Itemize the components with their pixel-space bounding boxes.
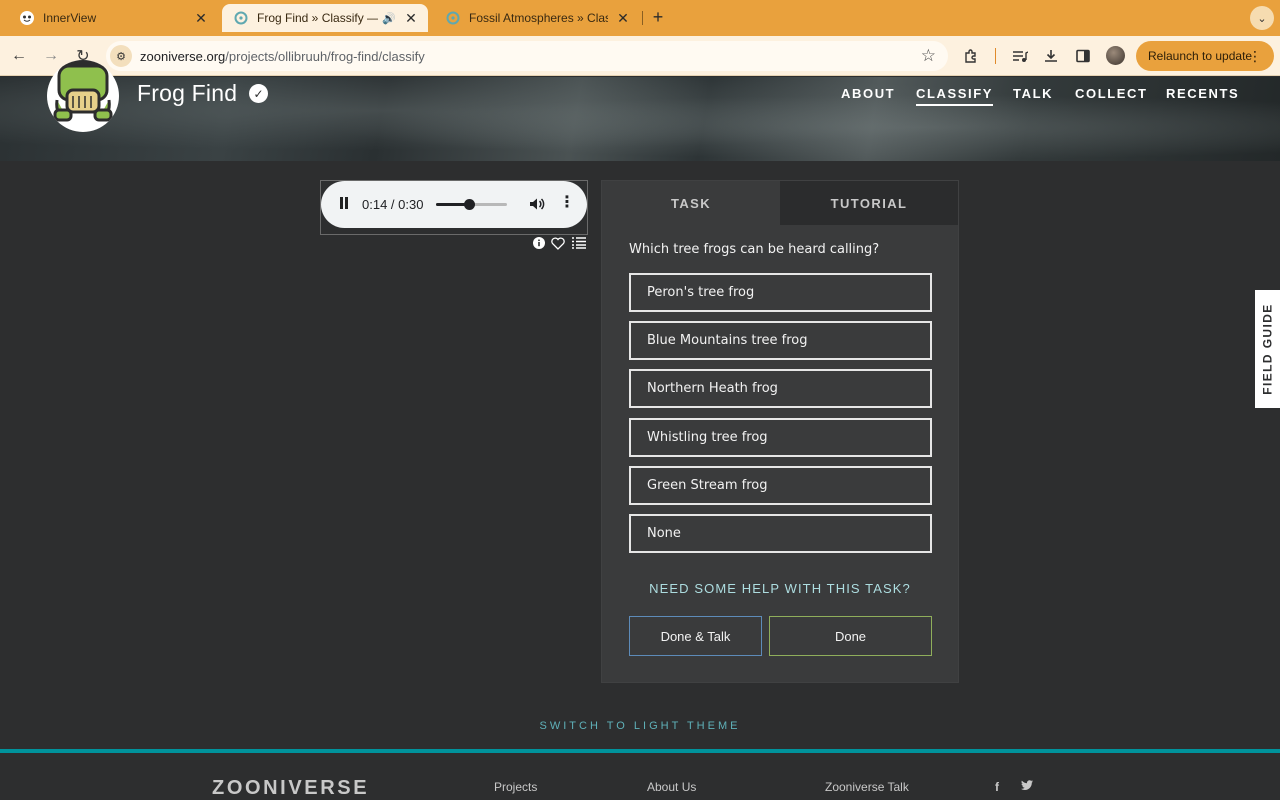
profile-avatar[interactable] <box>1106 46 1125 65</box>
verified-check-icon: ✓ <box>249 84 268 103</box>
audio-player[interactable]: 0:14 / 0:30 ⋮ <box>321 181 587 228</box>
browser-tab-innerview[interactable]: InnerView ✕ <box>8 4 218 32</box>
tab-tutorial[interactable]: TUTORIAL <box>780 181 958 225</box>
answer-green-stream-frog[interactable]: Green Stream frog <box>629 466 932 505</box>
answer-none[interactable]: None <box>629 514 932 553</box>
browser-menu-icon[interactable]: ⋮ <box>1248 48 1262 65</box>
task-question: Which tree frogs can be heard calling? <box>629 242 880 257</box>
footer-link-projects[interactable]: Projects <box>494 780 537 794</box>
back-arrow-icon[interactable]: ← <box>7 44 31 68</box>
nav-collect[interactable]: COLLECT <box>1075 86 1148 101</box>
address-bar[interactable]: ⚙ zooniverse.org/projects/ollibruuh/frog… <box>106 41 948 71</box>
url-host: zooniverse.org <box>140 48 226 64</box>
audio-time: 0:14 / 0:30 <box>362 197 424 212</box>
browser-toolbar: ← → ↻ ⚙ zooniverse.org/projects/ollibruu… <box>0 36 1280 76</box>
facebook-icon[interactable]: f <box>995 780 999 794</box>
close-tab-icon[interactable]: ✕ <box>614 9 632 27</box>
toolbar-divider <box>995 48 996 64</box>
project-title[interactable]: Frog Find <box>137 80 237 107</box>
switch-theme-link[interactable]: SWITCH TO LIGHT THEME <box>0 720 1280 732</box>
seek-thumb[interactable] <box>464 199 476 210</box>
answer-blue-mountains-tree-frog[interactable]: Blue Mountains tree frog <box>629 321 932 360</box>
site-footer <box>0 749 1280 800</box>
media-queue-icon[interactable] <box>1010 46 1030 66</box>
footer-link-about-us[interactable]: About Us <box>647 780 696 794</box>
audio-playing-icon[interactable]: 🔊 <box>382 12 396 25</box>
browser-tab-frog-find[interactable]: Frog Find » Classify — Zooniverse 🔊 ✕ <box>222 4 428 32</box>
audio-seek-slider[interactable] <box>436 199 507 210</box>
extensions-puzzle-icon[interactable] <box>962 46 982 66</box>
answer-perons-tree-frog[interactable]: Peron's tree frog <box>629 273 932 312</box>
info-icon[interactable] <box>532 236 546 250</box>
new-tab-plus-icon[interactable]: + <box>648 7 668 27</box>
volume-icon[interactable] <box>528 195 546 213</box>
tab-search-chevron-icon[interactable]: ⌄ <box>1250 6 1274 30</box>
heart-favorite-icon[interactable] <box>551 236 565 250</box>
tab-task[interactable]: TASK <box>602 181 780 225</box>
url-path: /projects/ollibruuh/frog-find/classify <box>225 48 425 64</box>
innerview-icon <box>20 11 34 25</box>
task-help-link[interactable]: NEED SOME HELP WITH THIS TASK? <box>602 581 958 596</box>
task-tabs: TASK TUTORIAL <box>602 181 958 225</box>
tab-title: Fossil Atmospheres » Classify <box>469 11 608 25</box>
footer-link-zooniverse-talk[interactable]: Zooniverse Talk <box>825 780 909 794</box>
collections-list-icon[interactable] <box>572 236 586 250</box>
zooniverse-icon <box>234 11 248 25</box>
relaunch-label: Relaunch to update <box>1148 49 1253 63</box>
nav-recents[interactable]: RECENTS <box>1166 86 1239 101</box>
field-guide-tab[interactable]: FIELD GUIDE <box>1255 290 1280 408</box>
nav-about[interactable]: ABOUT <box>841 86 895 101</box>
zooniverse-icon <box>446 11 460 25</box>
task-panel: TASK TUTORIAL Which tree frogs can be he… <box>601 180 959 683</box>
tab-title: Frog Find » Classify — Zooniverse <box>257 11 379 25</box>
frog-find-logo[interactable] <box>47 60 119 132</box>
done-button[interactable]: Done <box>769 616 932 656</box>
forward-arrow-icon[interactable]: → <box>39 44 63 68</box>
pause-icon[interactable] <box>338 197 350 211</box>
browser-tab-bar: InnerView ✕ Frog Find » Classify — Zooni… <box>0 0 1280 36</box>
relaunch-to-update-button[interactable]: Relaunch to update ⋮ <box>1136 41 1274 71</box>
answer-whistling-tree-frog[interactable]: Whistling tree frog <box>629 418 932 457</box>
tab-title: InnerView <box>43 11 97 25</box>
close-tab-icon[interactable]: ✕ <box>402 9 420 27</box>
tab-divider <box>642 11 643 25</box>
twitter-icon[interactable] <box>1021 780 1033 794</box>
browser-tab-fossil-atmospheres[interactable]: Fossil Atmospheres » Classify ✕ <box>434 4 640 32</box>
url-text: zooniverse.org/projects/ollibruuh/frog-f… <box>140 49 425 64</box>
side-panel-icon[interactable] <box>1073 46 1093 66</box>
zooniverse-logo[interactable]: ZOONIVERSE <box>212 777 369 800</box>
nav-talk[interactable]: TALK <box>1013 86 1053 101</box>
done-and-talk-button[interactable]: Done & Talk <box>629 616 762 656</box>
bookmark-star-icon[interactable]: ☆ <box>921 46 936 66</box>
close-tab-icon[interactable]: ✕ <box>192 9 210 27</box>
answer-northern-heath-frog[interactable]: Northern Heath frog <box>629 369 932 408</box>
site-settings-icon[interactable]: ⚙ <box>110 45 132 67</box>
field-guide-label: FIELD GUIDE <box>1260 303 1275 395</box>
download-icon[interactable] <box>1041 46 1061 66</box>
nav-classify[interactable]: CLASSIFY <box>916 86 994 106</box>
more-options-icon[interactable]: ⋮ <box>559 194 575 212</box>
